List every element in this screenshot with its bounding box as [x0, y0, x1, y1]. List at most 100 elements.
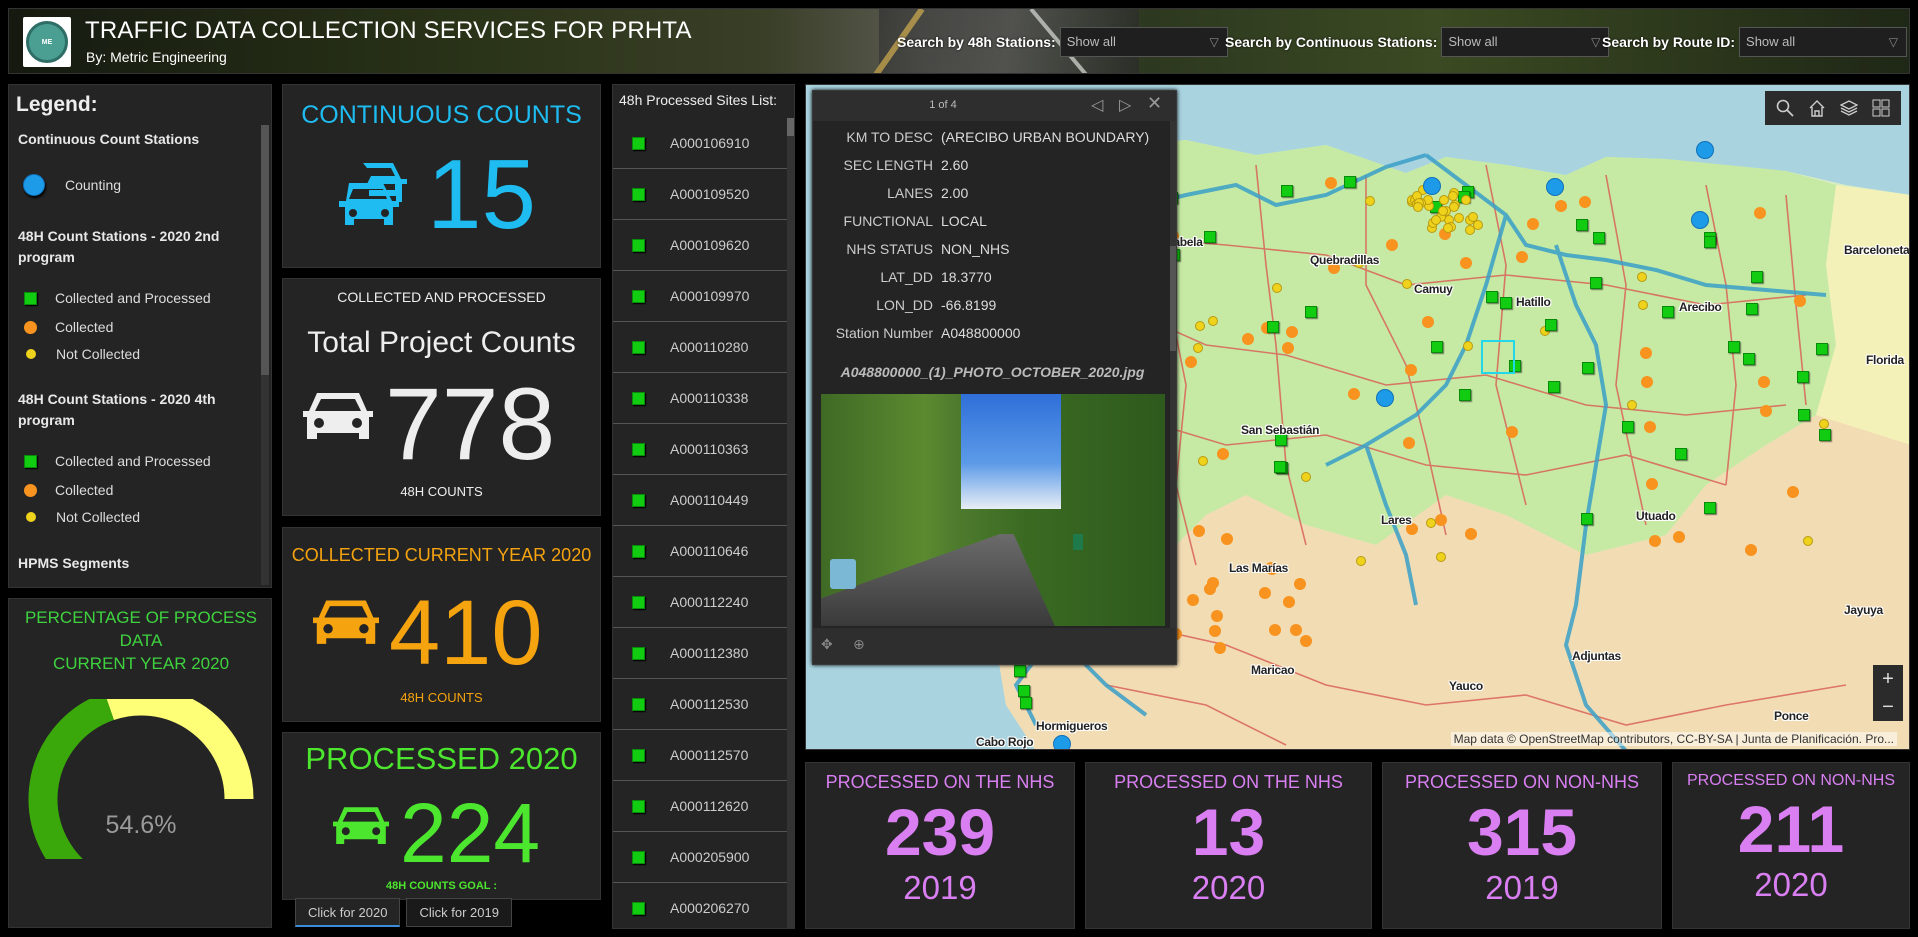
- collected-station-marker[interactable]: [1268, 624, 1281, 637]
- collected-station-marker[interactable]: [1281, 342, 1294, 355]
- processed-station-marker[interactable]: [1020, 697, 1032, 709]
- next-icon[interactable]: ▷: [1119, 95, 1131, 115]
- collected-station-marker[interactable]: [1555, 199, 1568, 212]
- processed-station-marker[interactable]: [1266, 321, 1279, 334]
- processed-station-marker[interactable]: [1728, 341, 1740, 354]
- filter-route-id-select[interactable]: Show all ▽: [1739, 27, 1908, 57]
- continuous-station-marker[interactable]: [1691, 211, 1709, 229]
- processed-station-marker[interactable]: [1674, 448, 1687, 461]
- processed-station-marker[interactable]: [1742, 353, 1755, 366]
- processed-station-marker[interactable]: [1581, 512, 1594, 525]
- processed-station-marker[interactable]: [1204, 230, 1217, 243]
- processed-station-marker[interactable]: [1704, 502, 1717, 515]
- not-collected-station-marker[interactable]: [1453, 213, 1464, 224]
- not-collected-station-marker[interactable]: [1438, 195, 1449, 206]
- not-collected-station-marker[interactable]: [1355, 555, 1366, 566]
- filter-continuous-stations-select[interactable]: Show all ▽: [1441, 27, 1610, 57]
- continuous-station-marker[interactable]: [1053, 735, 1071, 749]
- collected-station-marker[interactable]: [1208, 625, 1221, 638]
- site-list-item[interactable]: A000205900: [613, 832, 788, 883]
- collected-station-marker[interactable]: [1294, 577, 1307, 590]
- processed-station-marker[interactable]: [1344, 176, 1357, 188]
- not-collected-station-marker[interactable]: [1197, 456, 1208, 467]
- filter-48h-stations-select[interactable]: Show all ▽: [1059, 27, 1228, 57]
- continuous-station-marker[interactable]: [1376, 389, 1394, 407]
- processed-station-marker[interactable]: [1014, 665, 1026, 677]
- site-list-item[interactable]: A000109970: [613, 271, 788, 322]
- site-list-item[interactable]: A000112530: [613, 679, 788, 730]
- processed-station-marker[interactable]: [1281, 185, 1294, 198]
- home-icon[interactable]: [1801, 93, 1833, 123]
- site-list-item[interactable]: A000110338: [613, 373, 788, 424]
- sites-list-scrollbar[interactable]: [787, 118, 794, 928]
- processed-station-marker[interactable]: [1499, 297, 1512, 310]
- not-collected-station-marker[interactable]: [1207, 316, 1218, 327]
- processed-station-marker[interactable]: [1819, 428, 1832, 441]
- not-collected-station-marker[interactable]: [1464, 224, 1475, 235]
- collected-station-marker[interactable]: [1184, 356, 1197, 369]
- collected-station-marker[interactable]: [1641, 375, 1654, 388]
- not-collected-station-marker[interactable]: [1460, 195, 1471, 206]
- site-list-item[interactable]: A000106910: [613, 118, 788, 169]
- scrollbar-thumb[interactable]: [261, 125, 269, 375]
- zoom-in-button[interactable]: +: [1873, 665, 1903, 693]
- not-collected-station-marker[interactable]: [1401, 278, 1412, 289]
- scrollbar-thumb[interactable]: [1170, 246, 1176, 351]
- not-collected-station-marker[interactable]: [1364, 195, 1375, 206]
- collected-station-marker[interactable]: [1648, 534, 1661, 547]
- processed-station-marker[interactable]: [1485, 290, 1498, 303]
- site-list-item[interactable]: A000112620: [613, 781, 788, 832]
- not-collected-station-marker[interactable]: [1431, 214, 1441, 225]
- collected-station-marker[interactable]: [1465, 527, 1478, 540]
- collected-station-marker[interactable]: [1505, 425, 1518, 438]
- collected-station-marker[interactable]: [1672, 530, 1685, 543]
- search-icon[interactable]: [1769, 93, 1801, 123]
- not-collected-station-marker[interactable]: [1447, 190, 1458, 201]
- zoom-to-icon[interactable]: ⊕: [853, 636, 865, 653]
- collected-station-marker[interactable]: [1220, 533, 1233, 546]
- collected-station-marker[interactable]: [1754, 206, 1767, 219]
- not-collected-station-marker[interactable]: [1636, 271, 1647, 282]
- dock-icon[interactable]: ✥: [821, 636, 833, 653]
- collected-station-marker[interactable]: [1300, 634, 1313, 647]
- attachment-filename[interactable]: A048800000_(1)_PHOTO_OCTOBER_2020.jpg: [813, 364, 1172, 380]
- site-list-item[interactable]: A000109520: [613, 169, 788, 220]
- processed-station-marker[interactable]: [1018, 685, 1030, 697]
- tab-2020[interactable]: Click for 2020: [295, 898, 401, 927]
- site-list-item[interactable]: A000110363: [613, 424, 788, 475]
- processed-station-marker[interactable]: [1662, 305, 1675, 318]
- continuous-station-marker[interactable]: [1546, 178, 1564, 196]
- processed-station-marker[interactable]: [1581, 361, 1594, 374]
- not-collected-station-marker[interactable]: [1438, 205, 1449, 216]
- collected-station-marker[interactable]: [1759, 404, 1772, 417]
- not-collected-station-marker[interactable]: [1803, 535, 1814, 546]
- collected-station-marker[interactable]: [1434, 513, 1447, 526]
- processed-station-marker[interactable]: [1430, 340, 1443, 353]
- continuous-station-marker[interactable]: [1423, 177, 1441, 195]
- layers-icon[interactable]: [1833, 93, 1865, 123]
- collected-station-marker[interactable]: [1324, 176, 1337, 189]
- legend-scrollbar[interactable]: [261, 125, 269, 585]
- collected-station-marker[interactable]: [1579, 195, 1592, 208]
- not-collected-station-marker[interactable]: [1436, 551, 1447, 562]
- processed-station-marker[interactable]: [1703, 236, 1716, 249]
- processed-station-marker[interactable]: [1745, 302, 1758, 315]
- processed-station-marker[interactable]: [1459, 389, 1472, 402]
- processed-station-marker[interactable]: [1751, 270, 1764, 283]
- not-collected-station-marker[interactable]: [1413, 201, 1424, 212]
- processed-station-marker[interactable]: [1304, 306, 1317, 319]
- attachment-photo[interactable]: [821, 394, 1165, 626]
- site-list-item[interactable]: A000112570: [613, 730, 788, 781]
- processed-station-marker[interactable]: [1273, 460, 1286, 473]
- not-collected-station-marker[interactable]: [1425, 517, 1436, 528]
- processed-station-marker[interactable]: [1593, 232, 1606, 245]
- collected-station-marker[interactable]: [1217, 447, 1230, 460]
- collected-station-marker[interactable]: [1347, 387, 1360, 400]
- previous-icon[interactable]: ◁: [1091, 95, 1103, 115]
- processed-station-marker[interactable]: [1622, 420, 1635, 433]
- site-list-item[interactable]: A000112380: [613, 628, 788, 679]
- site-list-item[interactable]: A000109620: [613, 220, 788, 271]
- processed-station-marker[interactable]: [1548, 381, 1561, 394]
- continuous-station-marker[interactable]: [1696, 141, 1714, 159]
- site-list-item[interactable]: A000110646: [613, 526, 788, 577]
